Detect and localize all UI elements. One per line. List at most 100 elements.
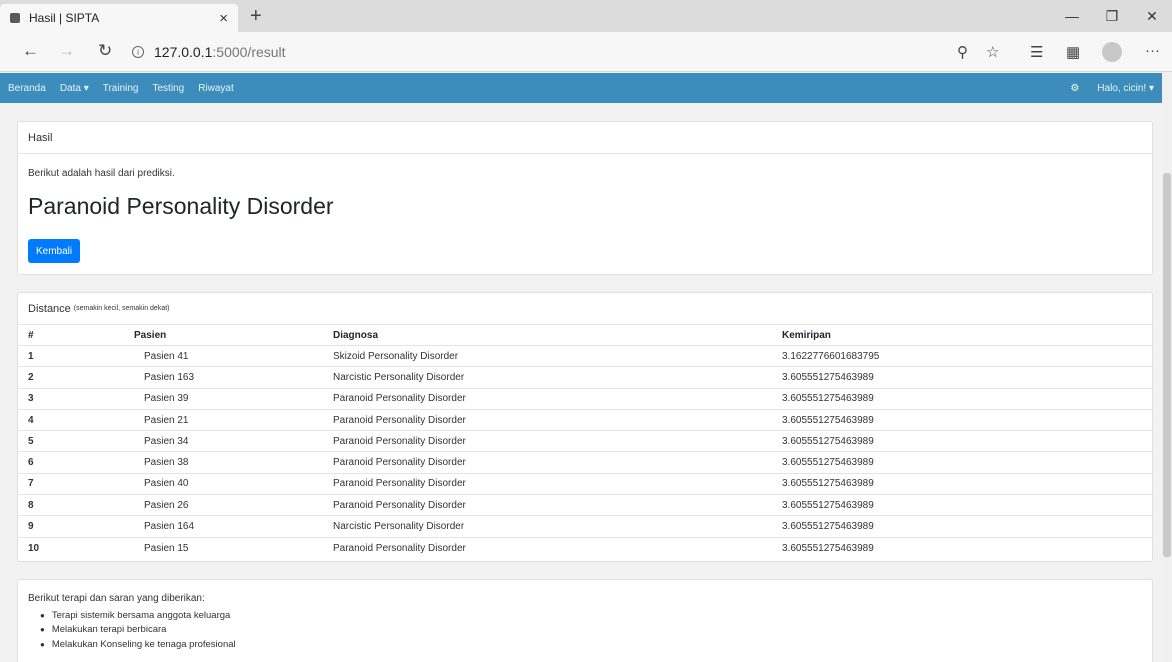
therapy-list: ● Terapi sistemik bersama anggota keluarg… bbox=[40, 608, 236, 652]
row-pasien: Pasien 38 bbox=[134, 451, 333, 474]
bullet-icon: ● bbox=[40, 639, 45, 649]
zoom-icon[interactable]: ⚲ bbox=[957, 43, 968, 61]
window-controls: — ❐ ✕ bbox=[1052, 0, 1172, 32]
row-kemiripan: 3.605551275463989 bbox=[782, 472, 1154, 495]
nav-training[interactable]: Training bbox=[103, 83, 139, 94]
row-number: 8 bbox=[18, 494, 134, 516]
scrollbar-thumb[interactable] bbox=[1163, 173, 1171, 557]
row-kemiripan: 3.605551275463989 bbox=[782, 430, 1154, 452]
row-number: 3 bbox=[18, 387, 134, 410]
table-row: 5 Pasien 34 Paranoid Personality Disorder 3… bbox=[18, 430, 1154, 452]
page-scrollbar[interactable] bbox=[1162, 73, 1172, 662]
back-icon[interactable]: ← bbox=[22, 41, 39, 61]
nav-beranda[interactable]: Beranda bbox=[8, 83, 46, 94]
favorite-star-icon[interactable]: ☆ bbox=[986, 43, 999, 61]
distance-note: (semakin kecil, semakin dekat) bbox=[73, 305, 170, 312]
list-item: ● Melakukan Konseling ke tenaga profesion… bbox=[40, 637, 236, 652]
table-row: 2 Pasien 163 Narcistic Personality Disorde… bbox=[18, 366, 1154, 389]
close-tab-icon[interactable]: × bbox=[219, 10, 228, 27]
collections-icon[interactable]: ▦ bbox=[1066, 43, 1080, 61]
table-row: 6 Pasien 38 Paranoid Personality Disorder 3… bbox=[18, 451, 1154, 474]
row-number: 7 bbox=[18, 472, 134, 495]
therapy-item-text: Melakukan Konseling ke tenaga profesiona… bbox=[51, 638, 236, 650]
row-diagnosa: Narcistic Personality Disorder bbox=[333, 366, 782, 389]
column-header-pasien: Pasien bbox=[134, 324, 333, 346]
row-kemiripan: 3.605551275463989 bbox=[782, 536, 1154, 559]
nav-data-dropdown[interactable]: Data ▾ bbox=[60, 83, 89, 94]
bullet-icon: ● bbox=[40, 610, 45, 620]
url-host: 127.0.0.1 bbox=[154, 44, 213, 60]
gear-icon[interactable]: ⚙ bbox=[1070, 83, 1079, 94]
row-pasien: Pasien 40 bbox=[134, 472, 333, 495]
browser-tab[interactable]: Hasil | SIPTA × bbox=[0, 4, 238, 32]
table-header-row: # Pasien Diagnosa Kemiripan bbox=[18, 324, 1154, 346]
favicon-icon bbox=[10, 13, 20, 23]
user-menu[interactable]: Halo, cicin! ▾ bbox=[1097, 83, 1154, 94]
therapy-card: Berikut terapi dan saran yang diberikan:… bbox=[17, 579, 1153, 662]
minimize-icon[interactable]: — bbox=[1052, 0, 1092, 32]
table-row: 8 Pasien 26 Paranoid Personality Disorder 3… bbox=[18, 494, 1154, 516]
row-number: 9 bbox=[18, 515, 134, 538]
distance-table-body: 1 Pasien 41 Skizoid Personality Disorder 3.… bbox=[18, 344, 1154, 559]
row-number: 10 bbox=[18, 536, 134, 559]
app-navbar: Beranda Data ▾ Training Testing Riwayat … bbox=[0, 73, 1162, 103]
result-intro: Berikut adalah hasil dari prediksi. bbox=[28, 168, 175, 179]
browser-toolbar: ← → ↻ i 127.0.0.1:5000/result ⚲ ☆ ☰ ▦ ··… bbox=[0, 32, 1172, 72]
result-card: Hasil Berikut adalah hasil dari prediksi… bbox=[17, 121, 1153, 275]
tab-title: Hasil | SIPTA bbox=[29, 11, 100, 25]
more-icon[interactable]: ··· bbox=[1145, 42, 1160, 59]
row-kemiripan: 3.605551275463989 bbox=[782, 366, 1154, 389]
back-button[interactable]: Kembali bbox=[28, 239, 81, 263]
bullet-icon: ● bbox=[40, 625, 45, 635]
row-diagnosa: Paranoid Personality Disorder bbox=[333, 451, 782, 474]
maximize-icon[interactable]: ❐ bbox=[1092, 0, 1132, 32]
info-icon[interactable]: i bbox=[132, 46, 144, 58]
table-row: 9 Pasien 164 Narcistic Personality Disorde… bbox=[18, 515, 1154, 538]
list-item: ● Melakukan terapi berbicara bbox=[40, 623, 236, 638]
refresh-icon[interactable]: ↻ bbox=[98, 41, 112, 61]
distance-card: Distance (semakin kecil, semakin dekat) … bbox=[17, 292, 1154, 562]
list-item: ● Terapi sistemik bersama anggota keluarg… bbox=[40, 608, 236, 623]
table-row: 1 Pasien 41 Skizoid Personality Disorder 3.… bbox=[18, 344, 1154, 367]
row-pasien: Pasien 34 bbox=[134, 430, 333, 452]
row-pasien: Pasien 26 bbox=[134, 494, 333, 516]
distance-title: Distance bbox=[28, 302, 71, 315]
table-row: 7 Pasien 40 Paranoid Personality Disorder 3… bbox=[18, 472, 1154, 495]
row-number: 5 bbox=[18, 430, 134, 452]
row-pasien: Pasien 164 bbox=[134, 515, 333, 538]
forward-icon[interactable]: → bbox=[58, 41, 75, 61]
nav-testing[interactable]: Testing bbox=[153, 83, 185, 94]
profile-avatar[interactable] bbox=[1102, 42, 1122, 62]
row-number: 6 bbox=[18, 451, 134, 474]
row-diagnosa: Paranoid Personality Disorder bbox=[333, 536, 782, 559]
row-diagnosa: Skizoid Personality Disorder bbox=[333, 344, 782, 367]
row-number: 2 bbox=[18, 366, 134, 389]
new-tab-icon[interactable]: + bbox=[250, 5, 262, 28]
close-window-icon[interactable]: ✕ bbox=[1132, 0, 1172, 32]
column-header-number: # bbox=[18, 324, 134, 346]
nav-riwayat[interactable]: Riwayat bbox=[198, 83, 234, 94]
table-row: 4 Pasien 21 Paranoid Personality Disorder 3… bbox=[18, 408, 1154, 431]
row-diagnosa: Paranoid Personality Disorder bbox=[333, 494, 782, 516]
row-diagnosa: Paranoid Personality Disorder bbox=[333, 430, 782, 452]
distance-card-header: Distance (semakin kecil, semakin dekat) bbox=[18, 293, 1152, 324]
row-diagnosa: Paranoid Personality Disorder bbox=[333, 408, 782, 431]
row-kemiripan: 3.605551275463989 bbox=[782, 408, 1154, 431]
table-row: 3 Pasien 39 Paranoid Personality Disorder 3… bbox=[18, 387, 1154, 410]
row-pasien: Pasien 39 bbox=[134, 387, 333, 410]
therapy-item-text: Terapi sistemik bersama anggota keluarga bbox=[51, 609, 231, 621]
row-kemiripan: 3.605551275463989 bbox=[782, 387, 1154, 410]
url-path: :5000/result bbox=[212, 44, 286, 60]
favorites-list-icon[interactable]: ☰ bbox=[1030, 43, 1043, 61]
distance-table: # Pasien Diagnosa Kemiripan 1 Pasien 41 Sk… bbox=[18, 324, 1154, 559]
row-kemiripan: 3.605551275463989 bbox=[782, 515, 1154, 538]
row-pasien: Pasien 15 bbox=[134, 536, 333, 559]
row-diagnosa: Narcistic Personality Disorder bbox=[333, 515, 782, 538]
row-pasien: Pasien 41 bbox=[134, 344, 333, 367]
main-content: Hasil Berikut adalah hasil dari prediksi… bbox=[0, 103, 1162, 662]
address-bar[interactable]: i 127.0.0.1:5000/result bbox=[132, 38, 992, 66]
row-kemiripan: 3.605551275463989 bbox=[782, 494, 1154, 516]
result-card-header: Hasil bbox=[18, 122, 1152, 154]
table-row: 10 Pasien 15 Paranoid Personality Disorder… bbox=[18, 536, 1154, 559]
navbar-right: ⚙ Halo, cicin! ▾ bbox=[1070, 73, 1154, 103]
